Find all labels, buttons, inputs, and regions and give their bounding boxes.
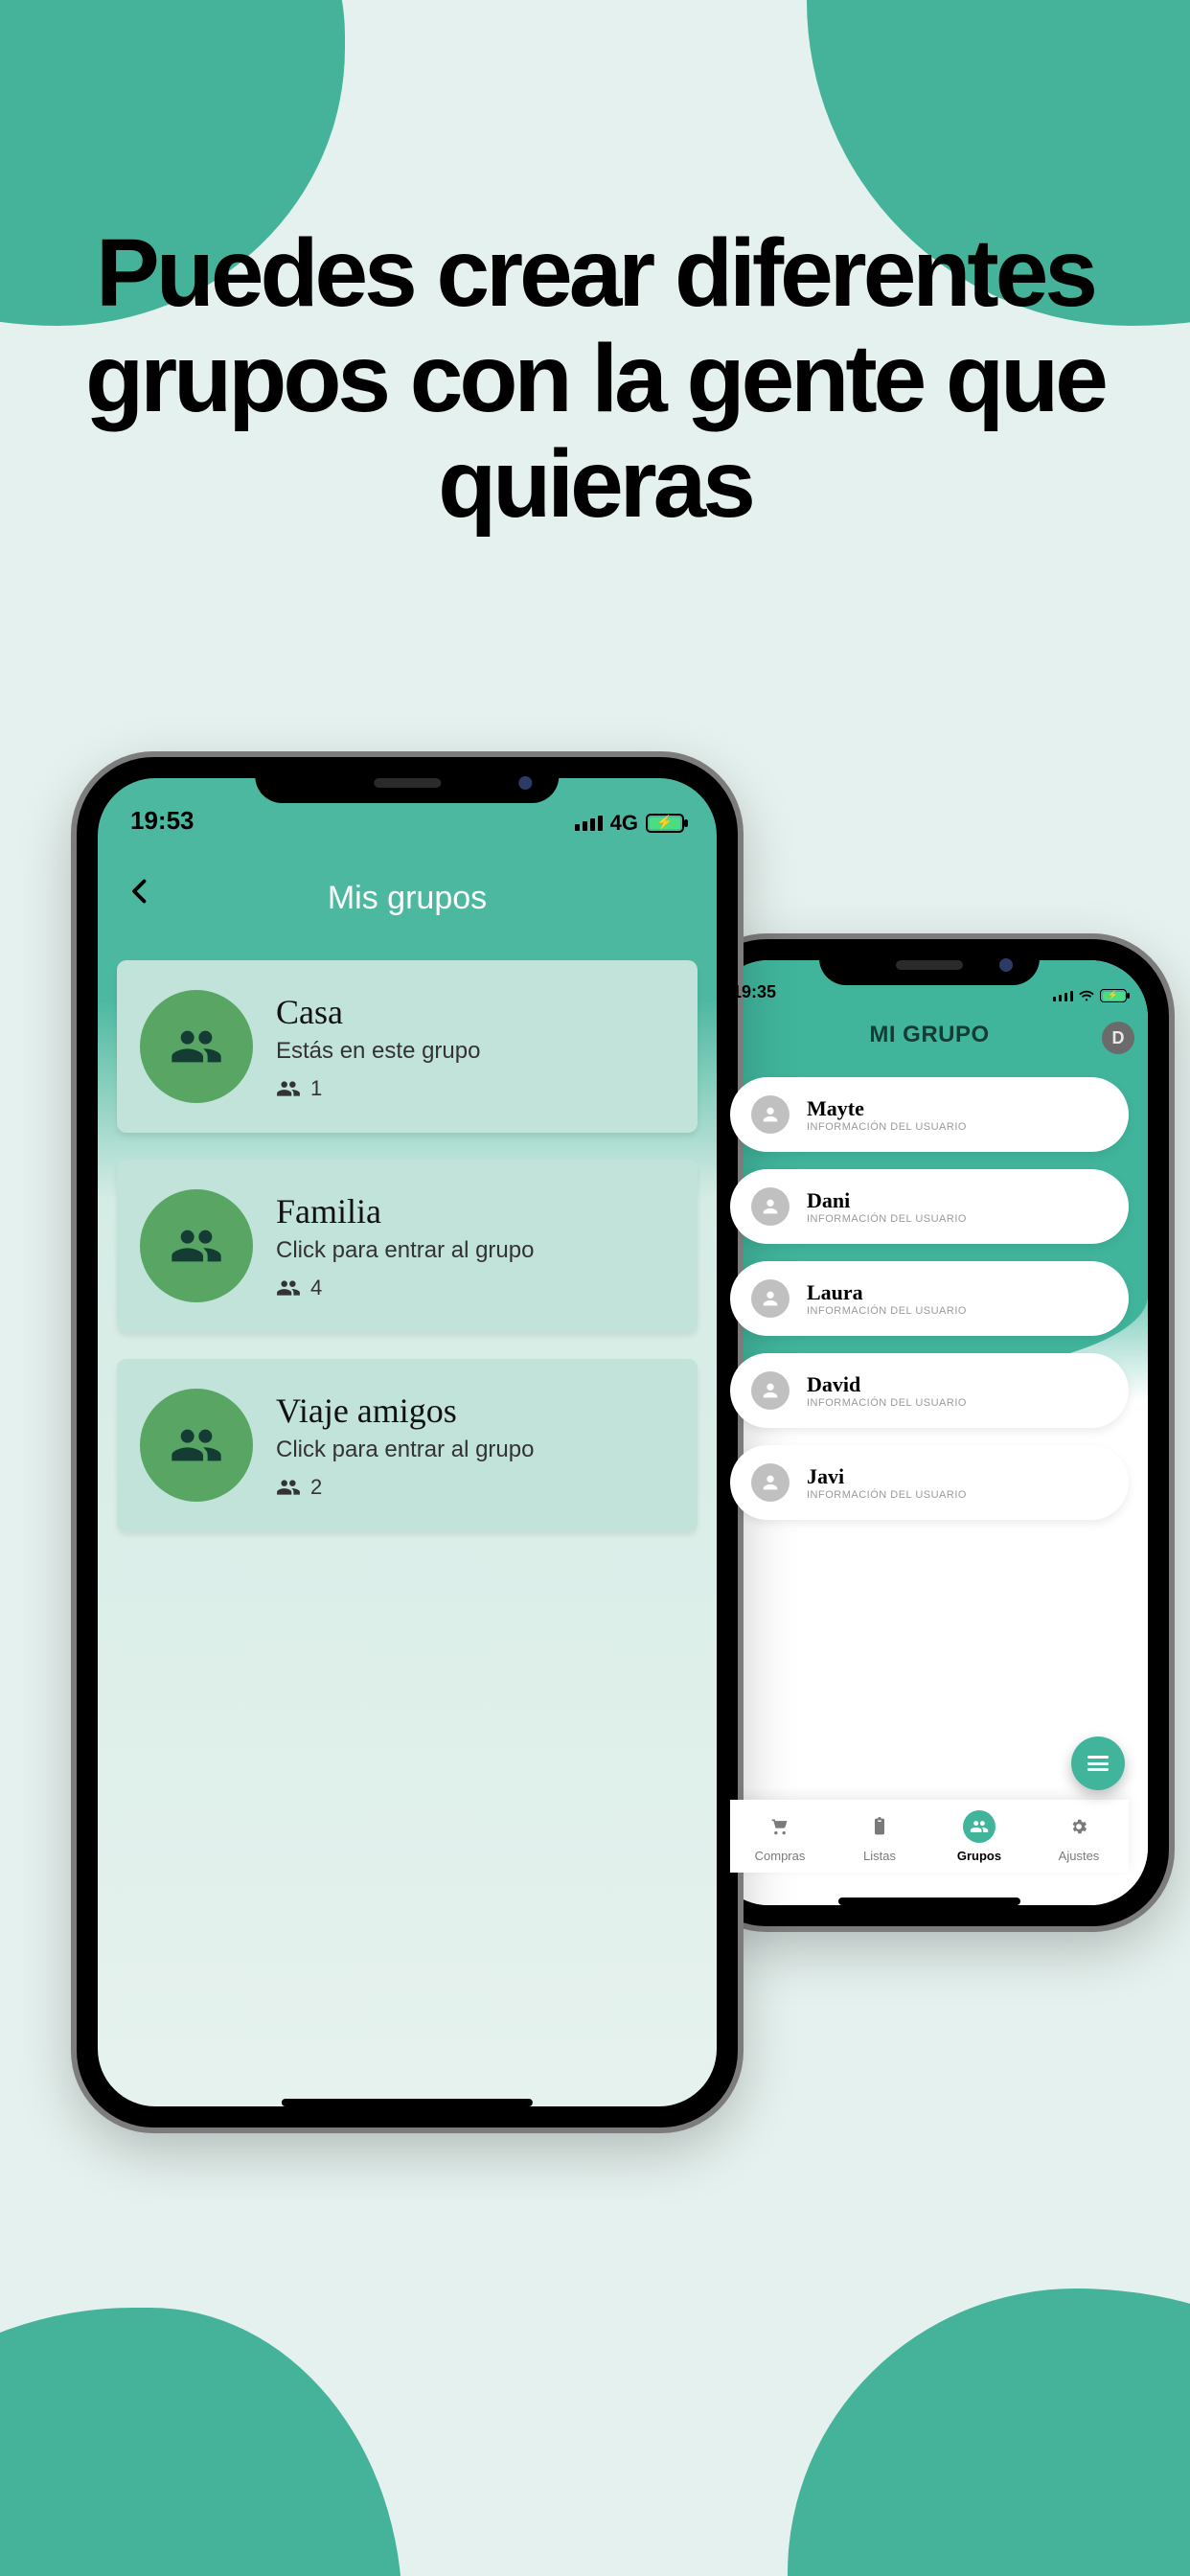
group-subtitle: Estás en este grupo — [276, 1038, 480, 1065]
page-title: Mis grupos — [328, 880, 487, 917]
group-subtitle: Click para entrar al grupo — [276, 1437, 534, 1463]
phone-frame-primary: 19:53 4G ⚡ Mis grupos — [77, 757, 738, 2128]
count-number: 4 — [310, 1276, 322, 1300]
member-subtitle: INFORMACIÓN DEL USUARIO — [807, 1305, 967, 1317]
member-subtitle: INFORMACIÓN DEL USUARIO — [807, 1489, 967, 1501]
person-icon — [751, 1463, 790, 1502]
member-name: David — [807, 1372, 967, 1397]
member-name: Dani — [807, 1188, 967, 1213]
marketing-headline: Puedes crear diferentes grupos con la ge… — [0, 220, 1190, 537]
profile-avatar-button[interactable]: D — [1102, 1022, 1134, 1054]
people-icon — [963, 1810, 995, 1843]
menu-fab-button[interactable] — [1071, 1736, 1125, 1790]
member-subtitle: INFORMACIÓN DEL USUARIO — [807, 1121, 967, 1133]
group-name: Casa — [276, 992, 480, 1032]
bottom-tab-bar: Compras Listas Grupos Ajustes — [730, 1800, 1129, 1873]
member-row[interactable]: Mayte INFORMACIÓN DEL USUARIO — [730, 1077, 1129, 1152]
group-card[interactable]: Familia Click para entrar al grupo 4 — [117, 1160, 698, 1332]
count-number: 2 — [310, 1475, 322, 1500]
person-icon — [751, 1187, 790, 1226]
page-title: MI GRUPO — [869, 1022, 989, 1047]
group-detail-header: MI GRUPO D — [711, 1022, 1148, 1066]
member-subtitle: INFORMACIÓN DEL USUARIO — [807, 1397, 967, 1409]
wifi-icon — [1079, 990, 1094, 1001]
home-indicator — [282, 2099, 533, 2106]
clipboard-icon — [863, 1810, 896, 1843]
people-small-icon — [276, 1276, 301, 1300]
people-small-icon — [276, 1475, 301, 1500]
battery-icon: ⚡ — [646, 814, 684, 833]
member-row[interactable]: Dani INFORMACIÓN DEL USUARIO — [730, 1169, 1129, 1244]
member-subtitle: INFORMACIÓN DEL USUARIO — [807, 1213, 967, 1225]
tab-compras[interactable]: Compras — [730, 1800, 830, 1873]
people-icon — [140, 990, 253, 1103]
member-name: Mayte — [807, 1096, 967, 1121]
groups-header: Mis grupos — [98, 864, 717, 932]
group-card[interactable]: Viaje amigos Click para entrar al grupo … — [117, 1359, 698, 1531]
phone-notch — [255, 757, 559, 803]
count-number: 1 — [310, 1076, 322, 1101]
people-icon — [140, 1389, 253, 1502]
group-member-count: 2 — [276, 1475, 534, 1500]
signal-icon — [575, 816, 603, 831]
cart-icon — [764, 1810, 796, 1843]
phone-frame-secondary: 19:35 ⚡ MI GRUPO D Mayte INFORMACIÓN DEL… — [690, 939, 1169, 1926]
phone-screen-secondary: 19:35 ⚡ MI GRUPO D Mayte INFORMACIÓN DEL… — [711, 960, 1148, 1905]
member-name: Laura — [807, 1280, 967, 1305]
tab-ajustes[interactable]: Ajustes — [1029, 1800, 1129, 1873]
decorative-blob — [0, 2308, 402, 2576]
group-card[interactable]: Casa Estás en este grupo 1 — [117, 960, 698, 1133]
status-time: 19:35 — [732, 982, 776, 1002]
group-name: Viaje amigos — [276, 1391, 534, 1431]
people-icon — [140, 1189, 253, 1302]
group-member-count: 1 — [276, 1076, 480, 1101]
tab-grupos[interactable]: Grupos — [929, 1800, 1029, 1873]
member-row[interactable]: Laura INFORMACIÓN DEL USUARIO — [730, 1261, 1129, 1336]
status-right: ⚡ — [1053, 989, 1127, 1002]
chevron-left-icon — [123, 874, 157, 908]
decorative-blob — [788, 2288, 1190, 2576]
group-subtitle: Click para entrar al grupo — [276, 1237, 534, 1264]
promo-canvas: Puedes crear diferentes grupos con la ge… — [0, 0, 1190, 2576]
back-button[interactable] — [123, 874, 161, 912]
menu-icon — [1087, 1756, 1109, 1771]
people-small-icon — [276, 1076, 301, 1101]
person-icon — [751, 1371, 790, 1410]
tab-listas[interactable]: Listas — [830, 1800, 929, 1873]
person-icon — [751, 1279, 790, 1318]
phone-screen-primary: 19:53 4G ⚡ Mis grupos — [98, 778, 717, 2106]
battery-icon: ⚡ — [1100, 989, 1127, 1002]
group-list: Casa Estás en este grupo 1 Familia — [117, 960, 698, 1531]
member-name: Javi — [807, 1464, 967, 1489]
member-row[interactable]: Javi INFORMACIÓN DEL USUARIO — [730, 1445, 1129, 1520]
tab-label: Grupos — [957, 1849, 1001, 1863]
group-member-count: 4 — [276, 1276, 534, 1300]
status-time: 19:53 — [130, 806, 195, 836]
group-name: Familia — [276, 1191, 534, 1231]
person-icon — [751, 1095, 790, 1134]
tab-label: Compras — [755, 1849, 806, 1863]
member-list: Mayte INFORMACIÓN DEL USUARIO Dani INFOR… — [730, 1077, 1129, 1520]
network-label: 4G — [610, 811, 638, 836]
home-indicator — [838, 1898, 1020, 1905]
member-row[interactable]: David INFORMACIÓN DEL USUARIO — [730, 1353, 1129, 1428]
gear-icon — [1063, 1810, 1095, 1843]
signal-icon — [1053, 991, 1073, 1001]
tab-label: Ajustes — [1059, 1849, 1100, 1863]
status-right: 4G ⚡ — [575, 811, 684, 836]
tab-label: Listas — [863, 1849, 896, 1863]
phone-notch — [819, 939, 1040, 985]
